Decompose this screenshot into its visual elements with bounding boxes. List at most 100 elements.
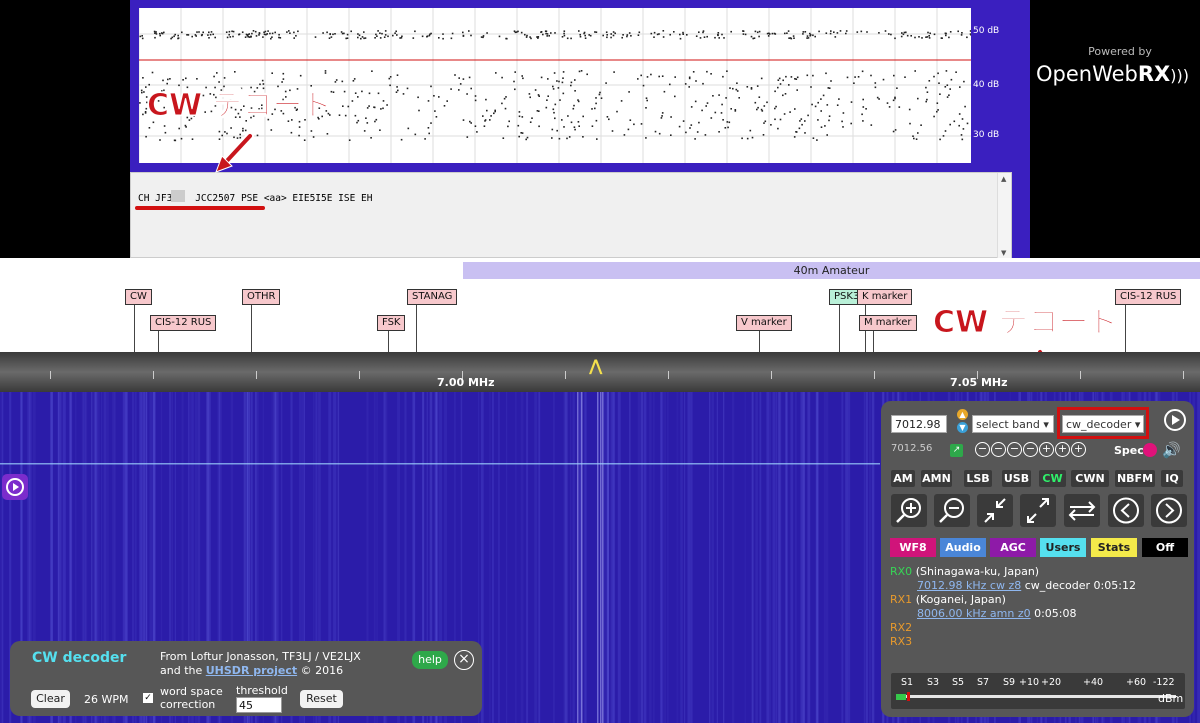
bookmark-cis12-rus-2[interactable]: CIS-12 RUS (1115, 289, 1182, 305)
help-button[interactable]: help (412, 651, 448, 669)
powered-by-label: Powered by (1088, 45, 1152, 58)
user-frequency-link[interactable]: 7012.98 kHz cw z8 (917, 579, 1021, 592)
receiver-play-button[interactable] (1164, 409, 1186, 431)
annotation-cw-decode-right: CW デコード (933, 305, 1120, 341)
wsc-line-1: word space (160, 685, 223, 698)
tab-agc[interactable]: AGC (990, 538, 1036, 557)
bookmark-m-marker[interactable]: M marker (859, 315, 917, 331)
cw-decoder-credit: From Loftur Jonasson, TF3LJ / VE2LJX and… (160, 650, 361, 678)
credit-suffix: © 2016 (300, 664, 344, 677)
mode-nbfm-button[interactable]: NBFM (1115, 470, 1155, 487)
smeter-bar (896, 695, 1176, 698)
bookmark-pin (873, 331, 874, 352)
user-detail: 0:05:08 (1034, 607, 1077, 620)
zoom-in-icon[interactable]: + (1055, 442, 1070, 457)
previous-button[interactable] (1108, 494, 1144, 527)
smeter-unit: dBm (1158, 692, 1184, 705)
wpm-readout: 26 WPM (84, 693, 129, 706)
logo-text-main: OpenWeb (1036, 62, 1138, 86)
decoded-text-box[interactable]: CH JF3H JCC2507 PSE <aa> EIE5I5E ISE EH … (130, 172, 1012, 259)
tuning-marker-icon[interactable]: ⋀ (589, 356, 602, 375)
threshold-label: threshold (236, 684, 288, 697)
mode-iq-button[interactable]: IQ (1161, 470, 1183, 487)
scroll-up-icon[interactable]: ▲ (1001, 175, 1006, 183)
smeter-peak (907, 692, 910, 701)
bookmark-stanag[interactable]: STANAG (407, 289, 458, 305)
user-row-rx1-detail: 8006.00 kHz amn z0 0:05:08 (917, 607, 1077, 621)
zoom-out-icon[interactable]: − (991, 442, 1006, 457)
bookmark-fsk[interactable]: FSK (377, 315, 406, 331)
bookmark-k-marker[interactable]: K marker (857, 289, 913, 305)
bookmark-cis12-rus[interactable]: CIS-12 RUS (150, 315, 217, 331)
user-row-rx0: RX0 (Shinagawa-ku, Japan) (890, 565, 1039, 579)
scale-tick (668, 371, 669, 379)
word-space-correction-checkbox[interactable]: ✓ (143, 693, 153, 703)
annotation-cw-decode-top: CW デコード (147, 88, 334, 124)
zoom-out-icon[interactable]: − (1007, 442, 1022, 457)
record-icon[interactable] (1143, 443, 1157, 457)
bookmark-pin (416, 305, 417, 352)
zoom-out-button[interactable] (934, 494, 970, 527)
user-frequency-link[interactable]: 8006.00 kHz amn z0 (917, 607, 1031, 620)
scroll-down-icon[interactable]: ▼ (1001, 249, 1006, 257)
db-label-30: 30 dB (973, 130, 1000, 140)
zoom-in-icon[interactable]: + (1071, 442, 1086, 457)
external-link-icon[interactable]: ↗ (950, 444, 963, 457)
s-meter: S1 S3 S5 S7 S9 +10 +20 +40 +60 -122 dBm (891, 673, 1185, 709)
user-id: RX0 (890, 565, 913, 578)
clear-button[interactable]: Clear (31, 690, 70, 708)
zoom-in-button[interactable] (891, 494, 927, 527)
zoom-out-icon (939, 498, 964, 523)
tab-off[interactable]: Off (1142, 538, 1188, 557)
band-select[interactable]: select band ▾ (972, 415, 1054, 433)
mode-cwn-button[interactable]: CWN (1071, 470, 1109, 487)
close-icon[interactable]: × (454, 650, 474, 670)
waterfall-play-button[interactable] (2, 474, 28, 500)
decoded-text-scrollbar[interactable]: ▲ ▼ (997, 173, 1011, 259)
word-space-correction-label: word space correction (160, 685, 223, 711)
speaker-icon[interactable]: 🔊 (1162, 441, 1181, 459)
bookmark-v-marker[interactable]: V marker (736, 315, 792, 331)
scale-label-7-05: 7.05 MHz (950, 376, 1008, 389)
next-button[interactable] (1151, 494, 1187, 527)
bookmark-pin (388, 331, 389, 352)
frequency-input[interactable]: 7012.98 (891, 415, 947, 433)
user-location: (Shinagawa-ku, Japan) (915, 565, 1040, 578)
mode-usb-button[interactable]: USB (1002, 470, 1031, 487)
zoom-out-icon[interactable]: − (975, 442, 990, 457)
tab-audio[interactable]: Audio (940, 538, 986, 557)
mode-amn-button[interactable]: AMN (921, 470, 952, 487)
smeter-label: S5 (952, 677, 965, 688)
zoom-to-center-button[interactable] (977, 494, 1013, 527)
scale-tick (256, 371, 257, 379)
credit-line-1: From Loftur Jonasson, TF3LJ / VE2LJX (160, 650, 361, 663)
scale-tick (1183, 371, 1184, 379)
bookmark-pin (839, 305, 840, 352)
zoom-full-button[interactable] (1020, 494, 1056, 527)
tab-stats[interactable]: Stats (1091, 538, 1137, 557)
uhsdr-project-link[interactable]: UHSDR project (206, 664, 297, 677)
mode-cw-button[interactable]: CW (1039, 470, 1066, 487)
spec-toggle[interactable]: Spec (1114, 444, 1144, 457)
swap-button[interactable] (1064, 494, 1100, 527)
tab-wf8[interactable]: WF8 (890, 538, 936, 557)
user-id: RX1 (890, 593, 913, 606)
frequency-down-icon[interactable]: ▼ (957, 422, 968, 433)
bookmark-cw[interactable]: CW (125, 289, 152, 305)
bookmark-othr[interactable]: OTHR (242, 289, 281, 305)
zoom-in-icon[interactable]: + (1039, 442, 1054, 457)
scale-tick (359, 371, 360, 379)
tab-users[interactable]: Users (1040, 538, 1086, 557)
reset-button[interactable]: Reset (300, 690, 343, 708)
receiver-panel: 7012.98 ▲ ▼ select band ▾ cw_decoder ▾ 7… (881, 401, 1194, 717)
mode-am-button[interactable]: AM (891, 470, 915, 487)
mode-lsb-button[interactable]: LSB (964, 470, 992, 487)
band-label[interactable]: 40m Amateur (463, 262, 1200, 279)
frequency-up-icon[interactable]: ▲ (957, 409, 968, 420)
play-icon (6, 478, 24, 496)
bookmark-pin (134, 305, 135, 352)
zoom-out-icon[interactable]: − (1023, 442, 1038, 457)
scale-tick (771, 371, 772, 379)
user-row-rx3: RX3 (890, 635, 913, 648)
threshold-input[interactable]: 45 (236, 697, 282, 713)
